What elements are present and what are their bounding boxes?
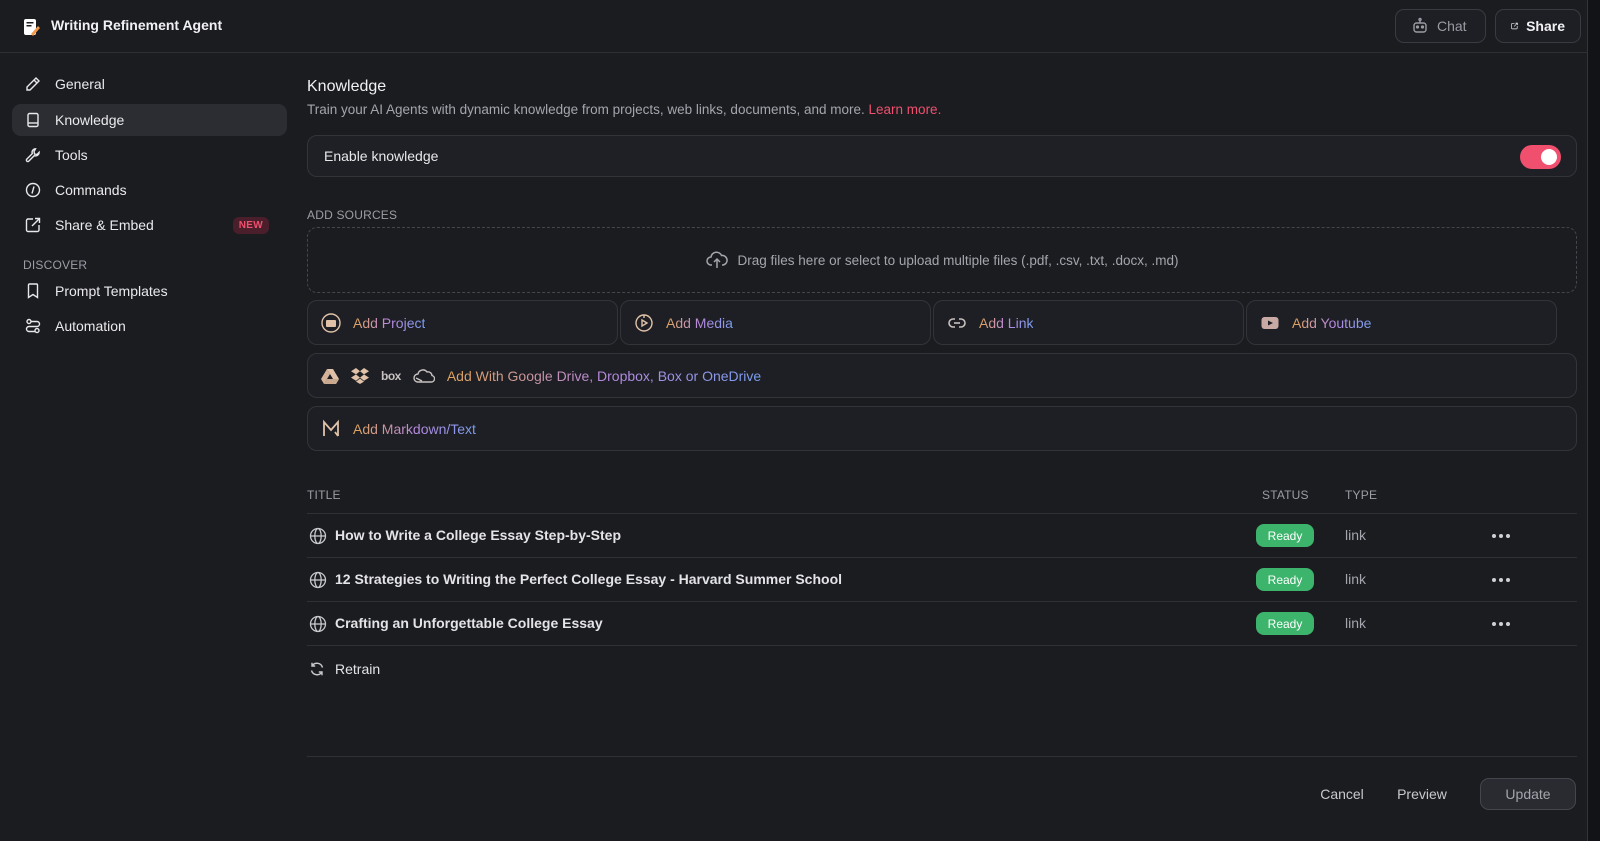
share-label: Share [1526, 18, 1565, 34]
bot-icon [1413, 17, 1427, 33]
app-title: Writing Refinement Agent [51, 17, 223, 33]
add-markdown-label: Add Markdown/Text [353, 420, 476, 437]
preview-button[interactable]: Preview [1390, 778, 1454, 810]
retrain-button[interactable]: Retrain [309, 661, 380, 677]
pencil-icon [26, 77, 40, 91]
status-badge: Ready [1256, 524, 1314, 547]
row-type: link [1345, 571, 1367, 587]
status-badge: Ready [1256, 612, 1314, 635]
sidebar-item-knowledge[interactable]: Knowledge [12, 104, 287, 136]
sidebar: General Knowledge Tools Commands Share &… [0, 54, 298, 841]
add-link-button[interactable]: Add Link [933, 300, 1244, 345]
add-link-label: Add Link [979, 314, 1034, 331]
wrench-icon [25, 148, 40, 163]
agent-logo-icon [21, 17, 41, 37]
column-header-type: TYPE [1345, 488, 1378, 502]
add-sources-heading: ADD SOURCES [307, 208, 398, 222]
project-icon [321, 312, 341, 333]
row-more-menu-icon[interactable] [1489, 614, 1513, 634]
row-title: 12 Strategies to Writing the Perfect Col… [335, 571, 843, 587]
box-icon: box [381, 368, 401, 383]
sidebar-item-general[interactable]: General [12, 68, 287, 100]
table-row[interactable]: How to Write a College Essay Step-by-Ste… [307, 513, 1577, 557]
globe-icon [309, 615, 327, 633]
sidebar-item-automation[interactable]: Automation [12, 310, 287, 342]
share-embed-icon [25, 217, 41, 233]
dropzone-text: Drag files here or select to upload mult… [737, 252, 1179, 268]
retrain-label: Retrain [335, 661, 381, 677]
sidebar-item-label: Knowledge [55, 112, 125, 128]
row-more-menu-icon[interactable] [1489, 526, 1513, 546]
column-header-title: TITLE [307, 488, 341, 502]
link-icon [948, 317, 966, 328]
automation-icon [25, 318, 41, 334]
enable-knowledge-toggle[interactable] [1520, 145, 1561, 169]
share-icon [1511, 22, 1518, 30]
app-window: Writing Refinement Agent Chat Share Gene… [0, 0, 1588, 841]
new-badge: NEW [232, 217, 269, 234]
sidebar-item-label: Prompt Templates [55, 283, 168, 299]
description-text: Train your AI Agents with dynamic knowle… [307, 102, 865, 117]
add-media-button[interactable]: Add Media [620, 300, 931, 345]
footer-divider [307, 756, 1577, 757]
add-markdown-button[interactable]: Add Markdown/Text [307, 406, 1577, 451]
row-type: link [1345, 615, 1367, 631]
chat-label: Chat [1437, 18, 1467, 34]
page-title: Knowledge [307, 78, 387, 95]
sidebar-item-prompt-templates[interactable]: Prompt Templates [12, 275, 287, 307]
enable-knowledge-label: Enable knowledge [324, 148, 439, 164]
table-row[interactable]: Crafting an Unforgettable College Essay … [307, 601, 1577, 645]
window-edge [1588, 0, 1600, 841]
globe-icon [309, 527, 327, 545]
google-drive-icon [321, 368, 339, 384]
table-row[interactable]: 12 Strategies to Writing the Perfect Col… [307, 557, 1577, 601]
row-more-menu-icon[interactable] [1489, 570, 1513, 590]
row-title: Crafting an Unforgettable College Essay [335, 615, 603, 631]
markdown-icon [323, 419, 339, 437]
add-media-label: Add Media [666, 314, 733, 331]
command-icon [25, 182, 41, 198]
sidebar-item-tools[interactable]: Tools [12, 139, 287, 171]
row-title: How to Write a College Essay Step-by-Ste… [335, 527, 622, 543]
sidebar-item-label: Automation [55, 318, 126, 334]
knowledge-panel: Knowledge Train your AI Agents with dyna… [307, 54, 1577, 841]
file-dropzone[interactable]: Drag files here or select to upload mult… [307, 227, 1577, 293]
bookmark-icon [27, 283, 39, 299]
add-cloud-storage-button[interactable]: box Add With Google Drive, Dropbox, Box … [307, 353, 1577, 398]
sidebar-item-label: Commands [55, 182, 127, 198]
update-button[interactable]: Update [1480, 778, 1576, 810]
onedrive-icon [413, 368, 435, 383]
add-cloud-storage-label: Add With Google Drive, Dropbox, Box or O… [446, 367, 762, 384]
discover-heading: DISCOVER [23, 258, 88, 272]
add-project-label: Add Project [353, 314, 426, 331]
enable-knowledge-row: Enable knowledge [307, 135, 1577, 177]
add-project-button[interactable]: Add Project [307, 300, 618, 345]
chat-button[interactable]: Chat [1395, 9, 1486, 43]
youtube-icon [1261, 316, 1279, 329]
table-divider [307, 645, 1577, 646]
sidebar-item-commands[interactable]: Commands [12, 174, 287, 206]
share-button[interactable]: Share [1495, 9, 1581, 43]
globe-icon [309, 571, 327, 589]
column-header-status: STATUS [1262, 488, 1309, 502]
top-bar: Writing Refinement Agent Chat Share [0, 0, 1588, 53]
sidebar-item-share-embed[interactable]: Share & Embed NEW [12, 209, 287, 241]
add-youtube-button[interactable]: Add Youtube [1246, 300, 1557, 345]
dropbox-icon [351, 367, 369, 384]
book-icon [27, 112, 39, 128]
learn-more-link[interactable]: Learn more. [869, 102, 942, 117]
media-icon [635, 313, 653, 332]
refresh-icon [310, 662, 324, 676]
page-description: Train your AI Agents with dynamic knowle… [307, 102, 941, 117]
add-youtube-label: Add Youtube [1292, 314, 1372, 331]
sidebar-item-label: Share & Embed [55, 217, 154, 233]
cancel-button[interactable]: Cancel [1312, 778, 1372, 810]
cloud-upload-icon [705, 251, 728, 268]
sidebar-item-label: General [55, 76, 105, 92]
sidebar-item-label: Tools [55, 147, 88, 163]
status-badge: Ready [1256, 568, 1314, 591]
row-type: link [1345, 527, 1367, 543]
